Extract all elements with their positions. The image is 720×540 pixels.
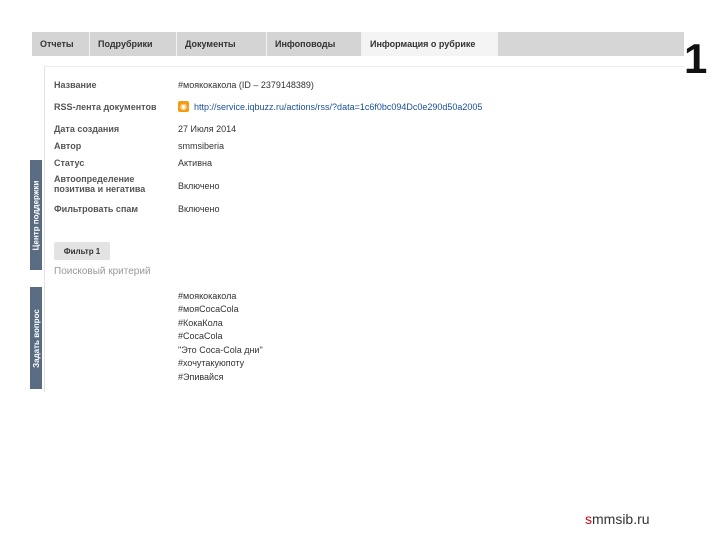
ask-question-tab[interactable]: Задать вопрос: [30, 287, 42, 389]
tab-infopovody[interactable]: Инфоповоды: [267, 32, 362, 56]
search-criteria-title: Поисковый критерий: [54, 266, 151, 277]
name-label: Название: [54, 80, 97, 90]
rubric-name: #моякокакола: [178, 80, 237, 90]
keyword-item: #хочутакуюпоту: [178, 358, 245, 368]
keyword-item: #моякокакола: [178, 291, 237, 301]
keyword-item: #CocaCola: [178, 331, 223, 341]
keyword-item: #Эпивайся: [178, 372, 224, 382]
auto-detect-label: Автоопределение позитива и негатива: [54, 174, 146, 194]
spam-filter-label: Фильтровать спам: [54, 204, 139, 214]
info-panel: [44, 66, 685, 392]
status-value: Активна: [178, 158, 212, 168]
footer-site-rest: mmsib.ru: [592, 511, 650, 527]
tab-reports[interactable]: Отчеты: [32, 32, 90, 56]
rss-label: RSS-лента документов: [54, 102, 157, 112]
tab-bar: Отчеты Подрубрики Документы Инфоповоды И…: [32, 32, 684, 56]
tab-rubric-info[interactable]: Информация о рубрике: [362, 32, 498, 56]
support-center-tab[interactable]: Центр поддержки: [30, 160, 42, 270]
tab-documents[interactable]: Документы: [177, 32, 267, 56]
created-value: 27 Июля 2014: [178, 124, 237, 134]
keyword-item: #КокаКола: [178, 318, 223, 328]
spam-filter-value: Включено: [178, 204, 220, 214]
slide-number: 1: [684, 35, 708, 82]
rss-link[interactable]: http://service.iqbuzz.ru/actions/rss/?da…: [194, 102, 482, 112]
status-label: Статус: [54, 158, 85, 168]
footer-site-first-letter: s: [585, 511, 592, 527]
tab-subrubrics[interactable]: Подрубрики: [90, 32, 177, 56]
name-value: #моякокакола (ID – 2379148389): [178, 80, 314, 90]
tab-bar-filler: [498, 32, 684, 56]
author-label: Автор: [54, 141, 82, 151]
filter-1-button[interactable]: Фильтр 1: [54, 242, 110, 260]
rubric-id: (ID – 2379148389): [238, 80, 314, 90]
author-value: smmsiberia: [178, 141, 225, 151]
keyword-item: #мояCocaCola: [178, 304, 239, 314]
created-label: Дата создания: [54, 124, 120, 134]
rss-icon[interactable]: ◉: [178, 101, 189, 112]
auto-detect-value: Включено: [178, 181, 220, 191]
footer-site: smmsib.ru: [585, 511, 650, 527]
keyword-item: "Это Coca-Cola дни": [178, 345, 263, 355]
